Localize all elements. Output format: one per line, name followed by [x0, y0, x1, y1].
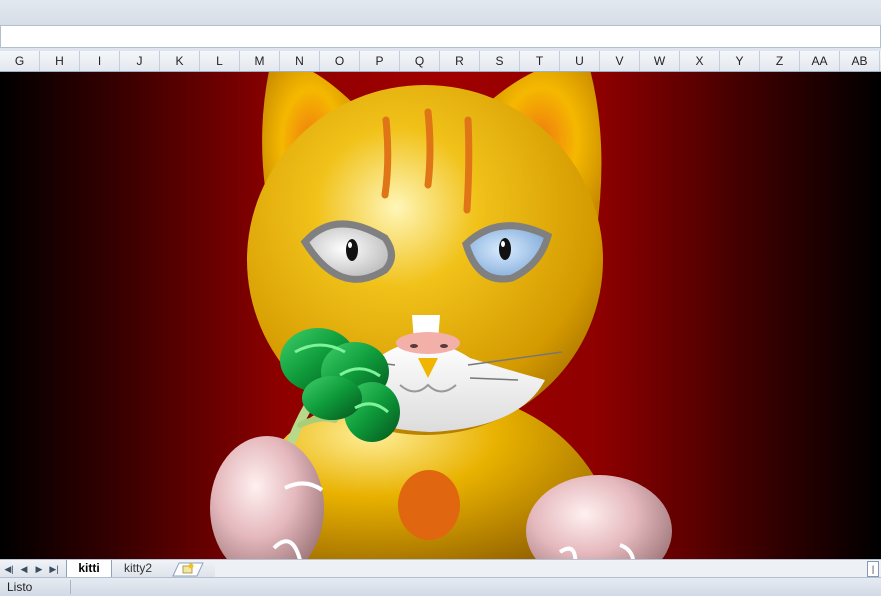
prev-sheet-icon[interactable]: ◀	[18, 562, 30, 576]
column-header[interactable]: J	[120, 51, 160, 71]
belly-spot	[398, 470, 460, 540]
status-bar: Listo	[0, 577, 881, 596]
head-stripe	[381, 116, 392, 199]
right-pupil	[499, 238, 511, 260]
column-header[interactable]: K	[160, 51, 200, 71]
nostril	[410, 344, 418, 348]
cat-artwork	[210, 72, 672, 559]
scroll-right-icon[interactable]: |	[867, 561, 879, 577]
column-header[interactable]: O	[320, 51, 360, 71]
column-header[interactable]: N	[280, 51, 320, 71]
head-stripe	[424, 108, 434, 189]
last-sheet-icon[interactable]: ▶|	[48, 562, 60, 576]
column-header[interactable]: I	[80, 51, 120, 71]
next-sheet-icon[interactable]: ▶	[33, 562, 45, 576]
head-stripe	[463, 116, 473, 214]
column-header[interactable]: X	[680, 51, 720, 71]
column-header[interactable]: H	[40, 51, 80, 71]
right-eye-highlight	[501, 241, 505, 247]
first-sheet-icon[interactable]: ◀​|	[3, 562, 15, 576]
worksheet-canvas[interactable]	[0, 72, 881, 559]
insert-sheet-icon[interactable]	[171, 561, 205, 577]
formula-bar[interactable]	[0, 25, 881, 48]
column-header[interactable]: M	[240, 51, 280, 71]
ribbon-strip	[0, 0, 881, 25]
left-pupil	[346, 239, 358, 261]
column-header[interactable]: U	[560, 51, 600, 71]
column-header[interactable]: Z	[760, 51, 800, 71]
nostril	[440, 344, 448, 348]
column-header[interactable]: V	[600, 51, 640, 71]
column-header[interactable]: Y	[720, 51, 760, 71]
column-header[interactable]: AA	[800, 51, 840, 71]
sheet-tab-kitty2[interactable]: kitty2	[112, 560, 164, 577]
horizontal-scrollbar[interactable]: |	[215, 561, 881, 577]
sheet-tab-kitti[interactable]: kitti	[66, 560, 112, 577]
nose	[396, 332, 460, 354]
column-header[interactable]: R	[440, 51, 480, 71]
column-header[interactable]: W	[640, 51, 680, 71]
status-text: Listo	[7, 580, 33, 594]
sheet-tab-bar: ◀​| ◀ ▶ ▶| kitti kitty2 |	[0, 559, 881, 578]
column-header[interactable]: G	[0, 51, 40, 71]
column-headers: G H I J K L M N O P Q R S T U V W X Y Z …	[0, 51, 881, 72]
column-header[interactable]: AB	[840, 51, 880, 71]
column-header[interactable]: Q	[400, 51, 440, 71]
status-divider	[70, 580, 71, 594]
column-header[interactable]: L	[200, 51, 240, 71]
left-eye-highlight	[348, 242, 352, 248]
column-header[interactable]: T	[520, 51, 560, 71]
column-header[interactable]: P	[360, 51, 400, 71]
column-header[interactable]: S	[480, 51, 520, 71]
